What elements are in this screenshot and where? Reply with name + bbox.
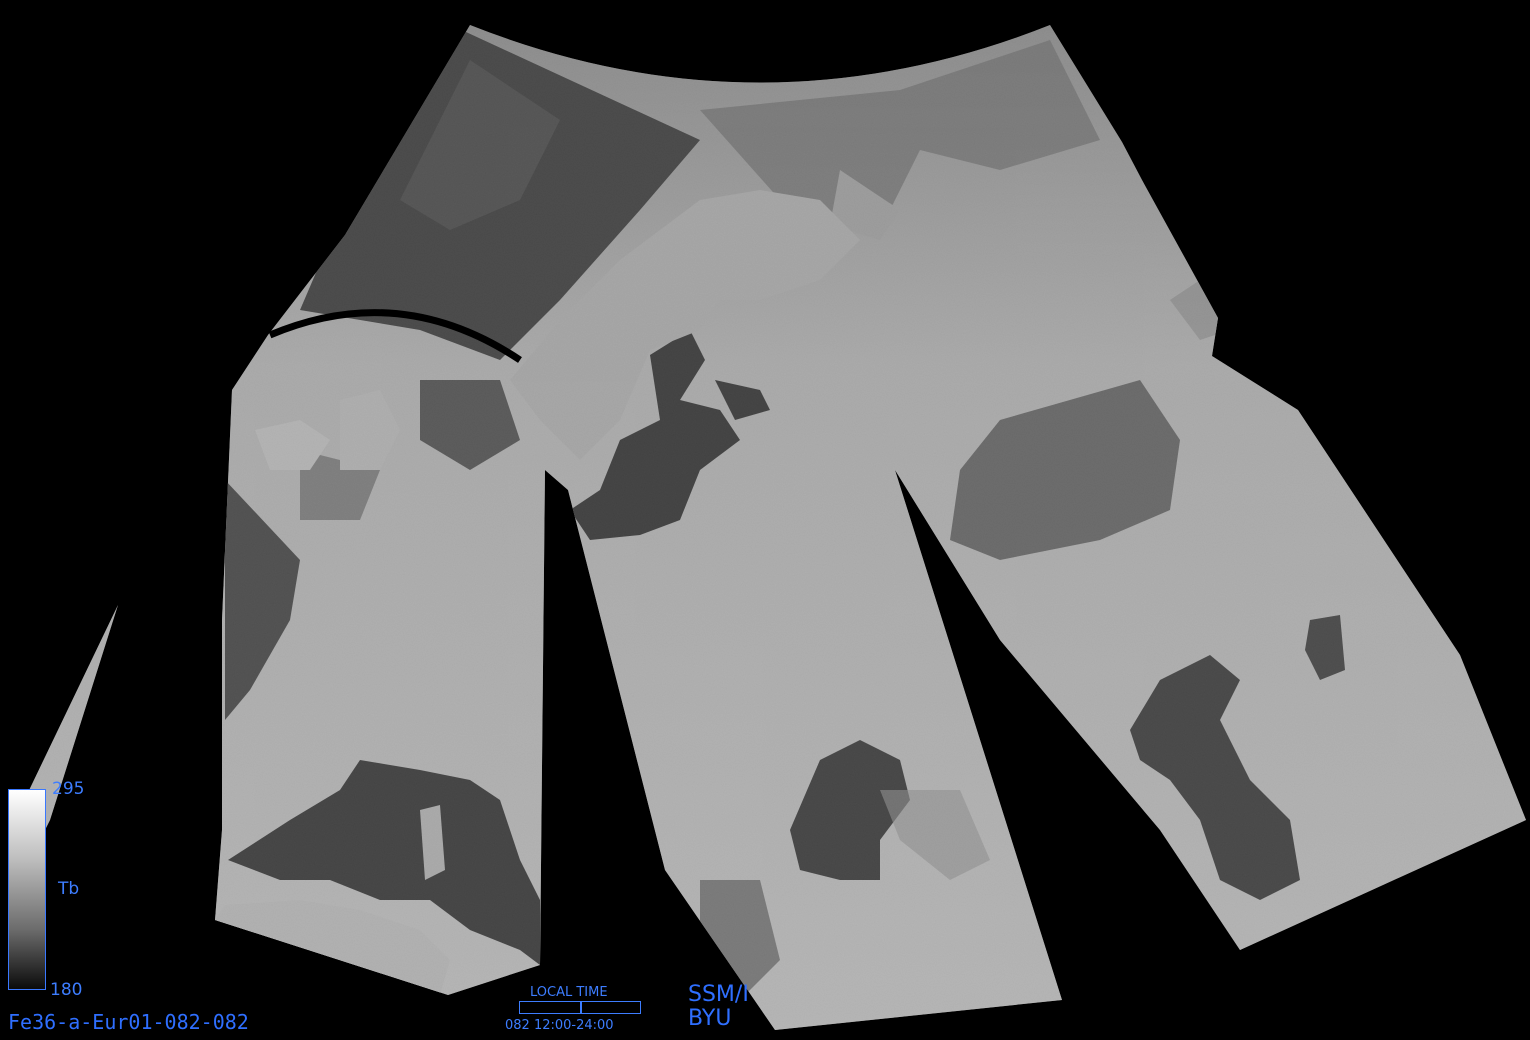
brightness-temperature-map [10, 25, 1526, 1030]
colorbar-title: Tb [58, 879, 80, 899]
colorbar-min-label: 180 [50, 980, 83, 1000]
local-time-fill [580, 1002, 640, 1013]
local-time-range: 082 12:00-24:00 [505, 1018, 614, 1033]
institution-name: BYU [688, 1006, 732, 1031]
colorbar-max-label: 295 [52, 779, 85, 799]
product-id: Fe36-a-Eur01-082-082 [8, 1010, 249, 1034]
local-time-label: LOCAL TIME [530, 985, 608, 1000]
ssmi-swath-imagery [10, 25, 1526, 1030]
colorbar [8, 789, 46, 990]
sensor-name: SSM/I [688, 982, 749, 1007]
sensor-credit: SSM/I BYU [688, 983, 749, 1031]
local-time-bar [519, 1001, 641, 1014]
